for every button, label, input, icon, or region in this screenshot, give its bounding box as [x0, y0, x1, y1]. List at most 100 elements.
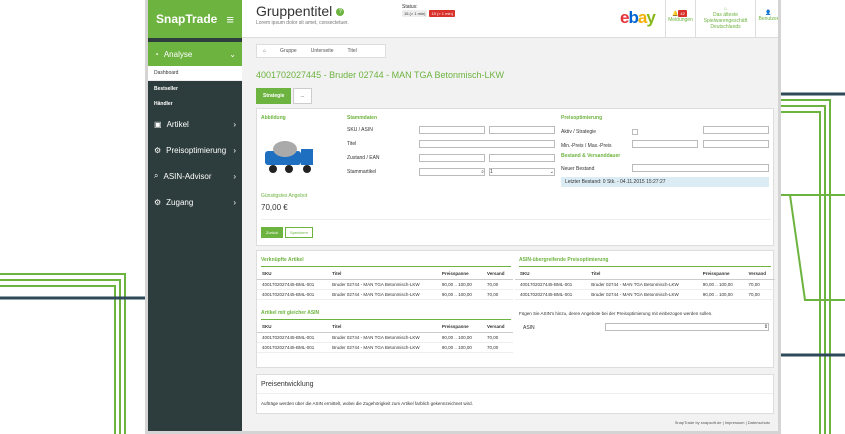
brand-logo[interactable]: SnapTrade — [156, 12, 217, 26]
linked-articles-table: SKU Titel Preisspanne Versand 4001702027445… — [257, 269, 513, 300]
preisopt-heading: Preisoptimierung — [561, 115, 603, 121]
main-content: ⌂ Gruppe Unterseite Titel 4001702027445 - B… — [242, 38, 778, 431]
search-icon[interactable]: ⌕ — [481, 169, 484, 175]
asin-input[interactable]: ⇕ — [605, 323, 769, 331]
stammartikel-input[interactable]: ⌕ — [419, 168, 485, 176]
table-row[interactable]: 4001702027445-BML-001 Bruder 02744 - MAN … — [257, 279, 513, 290]
product-image — [265, 141, 313, 173]
sidebar-item-zugang[interactable]: ⚙ Zugang › — [148, 189, 242, 215]
cell: 4001702027445-BML-001 — [257, 342, 328, 353]
chevron-right-icon: › — [233, 119, 236, 129]
cell: 70,00 — [743, 279, 775, 290]
cell: 4001702027445-BML-001 — [257, 279, 328, 290]
save-button[interactable]: Speichern — [285, 227, 314, 238]
ebay-logo: ebay — [620, 8, 656, 27]
stepper-icon[interactable]: ⇕ — [764, 324, 768, 330]
column-header: Versand — [743, 269, 775, 280]
min-price-input[interactable] — [632, 140, 698, 148]
divider — [261, 266, 511, 267]
price-history-panel: Preisentwicklung Aufträge werden über di… — [256, 374, 774, 414]
table-row[interactable]: 4001702027445-BML-001 Bruder 02744 - MAN … — [257, 289, 513, 300]
status-badge-alert: 15 (> 1 min) — [429, 10, 455, 17]
stammartikel-select[interactable]: 1 ⌄ — [489, 168, 555, 176]
breadcrumb-item: Titel — [347, 48, 357, 54]
shop-button[interactable]: ⌂ Das älteste Spielwarengeschäft Deutschl… — [695, 0, 755, 38]
sidebar-item-asin-advisor[interactable]: ⌕ ASIN-Advisor › — [148, 163, 242, 189]
sidebar-item-preisoptimierung[interactable]: ⚙ Preisoptimierung › — [148, 137, 242, 163]
condition-input[interactable] — [419, 154, 485, 162]
cell: 4001702027445-BML-001 — [515, 279, 587, 290]
search-icon: ⌕ — [154, 171, 159, 180]
cell: 90,00 .. 100,00 — [697, 279, 744, 290]
cell: 90,00 .. 100,00 — [436, 332, 482, 343]
top-bar: Gruppentitel? Lorem ipsum dolor sit amet… — [242, 0, 778, 38]
column-header: Versand — [481, 322, 513, 333]
divider — [519, 266, 771, 267]
chevron-right-icon: › — [233, 171, 236, 181]
abbildung-heading: Abbildung — [261, 115, 286, 121]
cheapest-offer-label: Günstigstes Angebot — [261, 193, 308, 199]
cell: 70,00 — [481, 342, 513, 353]
sidebar-item-label: Analyse — [163, 49, 193, 59]
sidebar: SnapTrade ≡ ◔ Analyse ⌄ Dashboard Bestselle… — [148, 0, 242, 431]
new-stock-input[interactable] — [632, 164, 769, 172]
back-button[interactable]: Zurück — [261, 227, 284, 238]
tab-more[interactable]: ... — [293, 88, 312, 104]
user-label: Benutzer — [758, 16, 779, 22]
tab-strategie[interactable]: Strategie — [256, 88, 292, 104]
price-history-text: Aufträge werden über die ASIN ermittelt,… — [261, 401, 473, 406]
field-label: Min.-Preis / Max.-Preis — [561, 143, 612, 149]
active-checkbox[interactable] — [632, 129, 638, 135]
tab-bar: Strategie... — [256, 88, 312, 104]
asin-note: Fügen Sie ASIN's hinzu, deren Angebote b… — [519, 311, 713, 316]
strategy-select[interactable] — [703, 126, 769, 134]
gears-icon: ⚙ — [154, 145, 162, 155]
sidebar-item-label: Preisoptimierung — [166, 145, 227, 155]
ean-input[interactable] — [489, 154, 555, 162]
title-input[interactable] — [419, 140, 555, 148]
last-stock-info: Letzter Bestand: 0 Stk. - 04.11.2015 15:… — [561, 177, 769, 187]
asin-optimization-table: SKU Titel Preisspanne Versand 4001702027445… — [515, 269, 775, 300]
cell: 4001702027445-BML-001 — [257, 332, 328, 343]
status-badge: 15 (> 1 min) — [402, 10, 428, 17]
same-asin-heading: Artikel mit gleicher ASIN — [261, 310, 320, 316]
field-label: Titel — [347, 141, 357, 147]
asin-input[interactable] — [489, 126, 555, 134]
home-icon[interactable]: ⌂ — [263, 48, 266, 54]
breadcrumb-item[interactable]: Unterseite — [311, 48, 334, 54]
sidebar-subitem-haendler[interactable]: Händler — [148, 96, 242, 111]
dashboard-icon: ◔ — [154, 49, 159, 59]
user-button[interactable]: 👤 Benutzer — [755, 0, 779, 38]
column-header: SKU — [257, 269, 328, 280]
column-header: Preisspanne — [436, 269, 482, 280]
breadcrumb: ⌂ Gruppe Unterseite Titel — [256, 44, 386, 58]
table-row[interactable]: 4001702027445-BML-001 Bruder 02744 - MAN … — [515, 289, 775, 300]
menu-icon[interactable]: ≡ — [226, 12, 234, 27]
notifications-button[interactable]: 🔔 42 Meldungen — [665, 0, 695, 38]
table-row[interactable]: 4001702027445-BML-001 Bruder 02744 - MAN … — [515, 279, 775, 290]
column-header: Preisspanne — [436, 322, 482, 333]
cell: 4001702027445-BML-001 — [515, 289, 587, 300]
table-row[interactable]: 4001702027445-BML-001 Bruder 02744 - MAN … — [257, 342, 513, 353]
sidebar-item-analyse[interactable]: ◔ Analyse ⌄ — [148, 42, 242, 66]
field-label: Zustand / EAN — [347, 155, 380, 161]
divider — [261, 219, 771, 220]
sidebar-subitem-dashboard[interactable]: Dashboard — [148, 66, 242, 81]
price-history-heading: Preisentwicklung — [261, 381, 314, 388]
cell: Bruder 02744 - MAN TGA Betonmisch-LKW — [327, 332, 437, 343]
field-label: Stammartikel — [347, 169, 377, 175]
breadcrumb-item[interactable]: Gruppe — [280, 48, 297, 54]
column-header: Titel — [586, 269, 698, 280]
max-price-input[interactable] — [703, 140, 769, 148]
cell: 90,00 .. 100,00 — [697, 289, 744, 300]
article-heading: 4001702027445 - Bruder 02744 - MAN TGA B… — [256, 70, 504, 80]
table-row[interactable]: 4001702027445-BML-001 Bruder 02744 - MAN … — [257, 332, 513, 343]
field-label: SKU / ASIN — [347, 127, 373, 133]
help-icon[interactable]: ? — [336, 8, 345, 17]
cell: 70,00 — [481, 332, 513, 343]
sidebar-item-artikel[interactable]: ▣ Artikel › — [148, 111, 242, 137]
sku-input[interactable] — [419, 126, 485, 134]
divider — [257, 393, 773, 394]
sidebar-subitem-bestseller[interactable]: Bestseller — [148, 81, 242, 96]
notification-count: 42 — [678, 10, 687, 17]
